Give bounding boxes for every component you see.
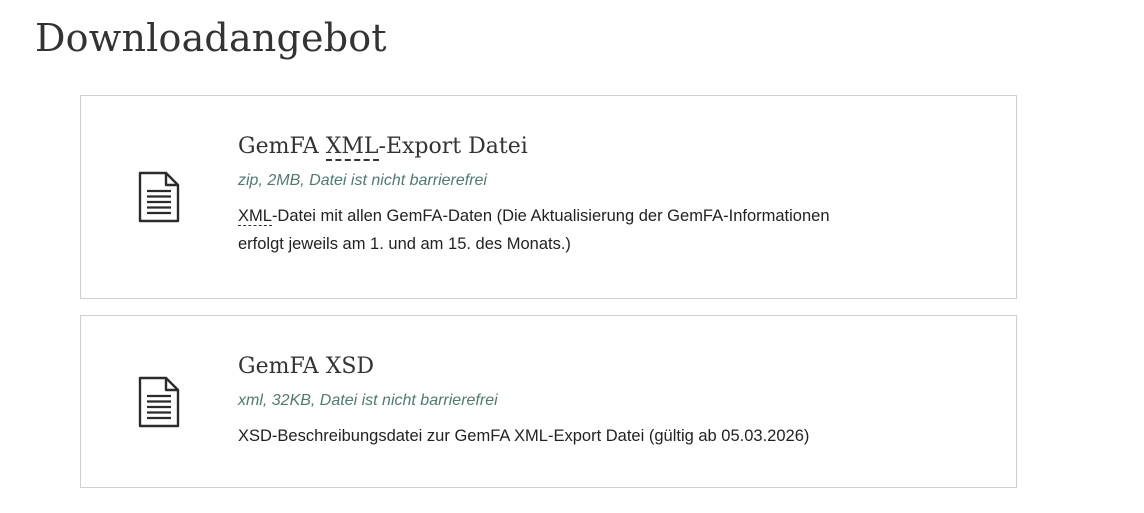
- description-line1: -Datei mit allen GemFA-Daten (Die Aktual…: [271, 207, 830, 225]
- file-meta: zip, 2MB, Datei ist nicht barrierefrei: [238, 172, 487, 189]
- page-title: Downloadangebot: [35, 16, 387, 60]
- download-title-link[interactable]: GemFA XML-Export Datei: [238, 130, 878, 164]
- download-title-link[interactable]: GemFA XSD: [238, 350, 878, 384]
- title-suffix: -Export Datei: [378, 134, 528, 159]
- xml-abbreviation: XML: [238, 207, 272, 226]
- download-card-xml-export[interactable]: GemFA XML-Export Datei zip, 2MB, Datei i…: [80, 95, 1017, 299]
- document-icon: [138, 376, 180, 428]
- document-icon: [138, 171, 180, 223]
- title-prefix: GemFA: [238, 134, 326, 159]
- file-meta: xml, 32KB, Datei ist nicht barrierefrei: [238, 392, 498, 409]
- download-description: XSD-Beschreibungsdatei zur GemFA XML-Exp…: [238, 427, 810, 445]
- description-line2: erfolgt jeweils am 1. und am 15. des Mon…: [238, 235, 571, 253]
- download-card-xsd[interactable]: GemFA XSD xml, 32KB, Datei ist nicht bar…: [80, 315, 1017, 488]
- xml-abbreviation: XML: [325, 134, 379, 161]
- download-description: XML-Datei mit allen GemFA-Daten (Die Akt…: [238, 202, 878, 258]
